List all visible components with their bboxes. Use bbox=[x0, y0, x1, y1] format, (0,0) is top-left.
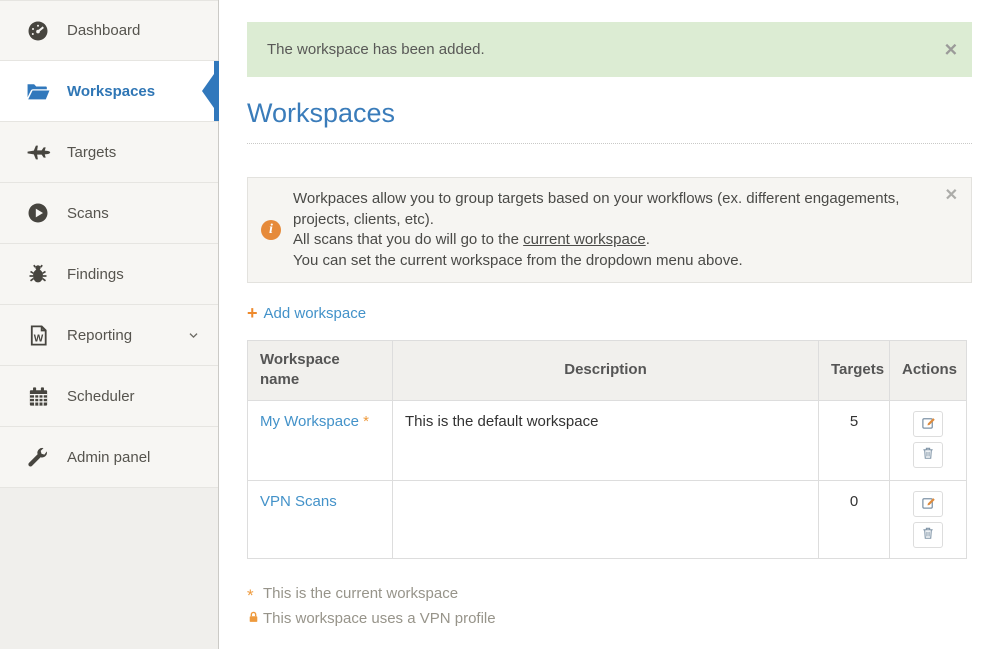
sidebar-item-label: Dashboard bbox=[67, 22, 140, 39]
folder-open-icon bbox=[21, 79, 55, 104]
sidebar-item-dashboard[interactable]: Dashboard bbox=[0, 0, 218, 61]
svg-text:W: W bbox=[33, 333, 43, 344]
edit-icon bbox=[921, 495, 936, 513]
workspace-name-cell: My Workspace * bbox=[248, 400, 393, 480]
heading-divider bbox=[247, 143, 972, 144]
workspace-link[interactable]: My Workspace bbox=[260, 413, 359, 430]
sidebar-item-label: Scans bbox=[67, 205, 109, 222]
sidebar-item-admin-panel[interactable]: Admin panel bbox=[0, 427, 218, 488]
wrench-icon bbox=[21, 445, 55, 469]
trash-icon bbox=[921, 446, 935, 463]
chevron-down-icon bbox=[187, 329, 200, 342]
sidebar-item-findings[interactable]: Findings bbox=[0, 244, 218, 305]
current-workspace-link[interactable]: current workspace bbox=[523, 231, 646, 248]
close-icon[interactable]: ✕ bbox=[945, 188, 958, 204]
info-line-3: You can set the current workspace from t… bbox=[293, 251, 931, 272]
page-title: Workspaces bbox=[247, 94, 972, 129]
trash-icon bbox=[921, 526, 935, 543]
info-line-2-prefix: All scans that you do will go to the bbox=[293, 231, 523, 248]
main-content: The workspace has been added. ✕ Workspac… bbox=[219, 0, 998, 649]
column-header-workspace-name: Workspace name bbox=[248, 341, 393, 401]
play-circle-icon bbox=[21, 201, 55, 225]
edit-workspace-button[interactable] bbox=[913, 491, 943, 517]
footnote-current-workspace: * This is the current workspace bbox=[247, 583, 972, 604]
actions-cell bbox=[890, 480, 967, 558]
footnote-text: This workspace uses a VPN profile bbox=[263, 610, 496, 627]
actions-cell bbox=[890, 400, 967, 480]
bug-icon bbox=[21, 262, 55, 286]
sidebar-item-label: Targets bbox=[67, 144, 116, 161]
sidebar-item-label: Findings bbox=[67, 266, 124, 283]
add-workspace-button[interactable]: + Add workspace bbox=[247, 304, 366, 322]
footnote-vpn-profile: This workspace uses a VPN profile bbox=[247, 610, 972, 628]
lock-icon bbox=[247, 610, 260, 628]
info-box-text: Workpaces allow you to group targets bas… bbox=[293, 189, 931, 271]
workspace-name-cell: VPN Scans bbox=[248, 480, 393, 558]
info-line-2-suffix: . bbox=[646, 231, 650, 248]
column-header-description: Description bbox=[393, 341, 819, 401]
sidebar-item-label: Admin panel bbox=[67, 449, 150, 466]
sidebar: Dashboard Workspaces Targets bbox=[0, 0, 219, 649]
fighter-jet-icon bbox=[21, 140, 55, 165]
column-header-actions: Actions bbox=[890, 341, 967, 401]
delete-workspace-button[interactable] bbox=[913, 522, 943, 548]
info-line-1: Workpaces allow you to group targets bas… bbox=[293, 189, 931, 230]
targets-count: 0 bbox=[819, 480, 890, 558]
plus-icon: + bbox=[247, 304, 258, 322]
info-line-2: All scans that you do will go to the cur… bbox=[293, 230, 931, 251]
edit-workspace-button[interactable] bbox=[913, 411, 943, 437]
workspace-link[interactable]: VPN Scans bbox=[260, 493, 337, 510]
table-footnotes: * This is the current workspace This wor… bbox=[247, 583, 972, 628]
sidebar-item-scheduler[interactable]: Scheduler bbox=[0, 366, 218, 427]
add-workspace-label: Add workspace bbox=[264, 305, 367, 322]
success-alert: The workspace has been added. ✕ bbox=[247, 22, 972, 77]
column-header-targets: Targets bbox=[819, 341, 890, 401]
asterisk-icon: * bbox=[247, 583, 254, 604]
sidebar-item-workspaces[interactable]: Workspaces bbox=[0, 61, 218, 122]
delete-workspace-button[interactable] bbox=[913, 442, 943, 468]
footnote-text: This is the current workspace bbox=[263, 585, 458, 602]
dashboard-icon bbox=[21, 19, 55, 43]
sidebar-item-label: Scheduler bbox=[67, 388, 135, 405]
current-workspace-marker: * bbox=[363, 413, 369, 430]
close-icon[interactable]: ✕ bbox=[944, 41, 958, 58]
sidebar-item-reporting[interactable]: W Reporting bbox=[0, 305, 218, 366]
sidebar-item-scans[interactable]: Scans bbox=[0, 183, 218, 244]
workspaces-table: Workspace name Description Targets Actio… bbox=[247, 340, 967, 559]
info-icon: i bbox=[261, 220, 281, 240]
description-cell bbox=[393, 480, 819, 558]
app-window: Dashboard Workspaces Targets bbox=[0, 0, 998, 649]
sidebar-item-label: Reporting bbox=[67, 327, 132, 344]
sidebar-item-label: Workspaces bbox=[67, 83, 155, 100]
table-row: VPN Scans 0 bbox=[248, 480, 967, 558]
table-row: My Workspace * This is the default works… bbox=[248, 400, 967, 480]
word-document-icon: W bbox=[21, 324, 55, 347]
info-box: i Workpaces allow you to group targets b… bbox=[247, 177, 972, 283]
calendar-icon bbox=[21, 385, 55, 408]
sidebar-item-targets[interactable]: Targets bbox=[0, 122, 218, 183]
edit-icon bbox=[921, 415, 936, 433]
alert-message: The workspace has been added. bbox=[267, 41, 485, 58]
table-header-row: Workspace name Description Targets Actio… bbox=[248, 341, 967, 401]
targets-count: 5 bbox=[819, 400, 890, 480]
description-cell: This is the default workspace bbox=[393, 400, 819, 480]
